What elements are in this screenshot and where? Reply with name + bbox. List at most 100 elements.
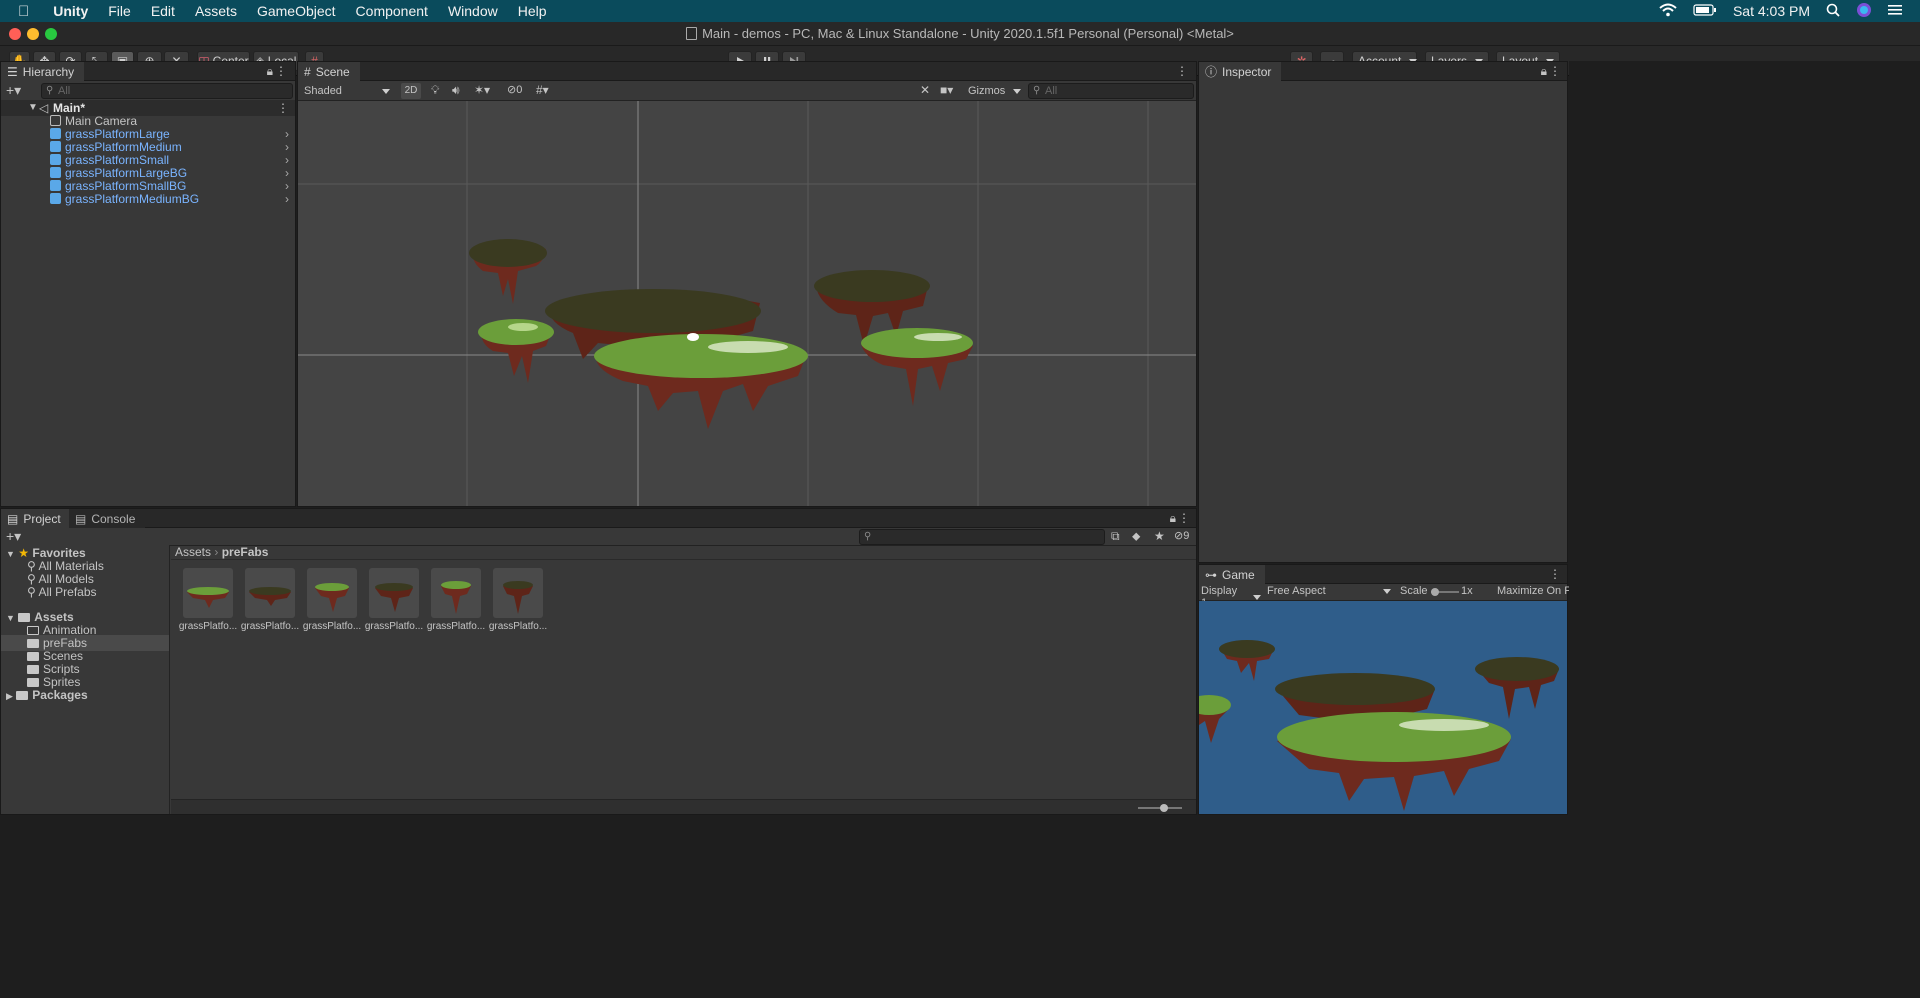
search-icon: ⚲ — [27, 585, 36, 599]
packages-row[interactable]: ▶ Packages — [1, 687, 169, 703]
apple-icon[interactable]:  — [0, 3, 43, 20]
control-center-icon[interactable] — [1888, 3, 1902, 19]
hidden-count: 0 — [516, 84, 523, 96]
tools-icon[interactable]: ✕ — [920, 83, 930, 97]
project-folder-tree: ▼ ★ Favorites ⚲ All Materials ⚲ All Mode… — [1, 545, 170, 814]
close-window-button[interactable] — [9, 28, 21, 40]
spotlight-search-icon[interactable] — [1826, 3, 1840, 20]
prefab-cube-icon — [50, 167, 61, 178]
scene-panel: # Scene ⋮ Shaded 2D 💡︎ 🔊︎ ✶▾ ⊘0 #▾ ✕ ■▾ G… — [297, 61, 1197, 507]
game-tabbar: ⊶ Game ⋮ — [1199, 565, 1567, 584]
prefab-label: grassPlatfo... — [426, 621, 486, 632]
create-plus-icon[interactable]: +▾ — [6, 82, 21, 99]
prefab-thumbnail[interactable] — [307, 568, 357, 618]
menu-gameobject[interactable]: GameObject — [247, 3, 346, 19]
game-controller-icon: ⊶ — [1205, 567, 1217, 582]
aspect-dropdown[interactable]: Free Aspect — [1267, 585, 1391, 597]
maximize-on-play-toggle[interactable]: Maximize On Pl — [1497, 585, 1574, 597]
scene-toolbar: Shaded 2D 💡︎ 🔊︎ ✶▾ ⊘0 #▾ ✕ ■▾ Gizmos All — [298, 81, 1196, 101]
empty-workspace-bottom — [0, 816, 1569, 998]
hidden-objects-toggle[interactable]: ⊘0 — [507, 83, 522, 96]
lock-icon[interactable]: 🔒︎ — [267, 64, 273, 79]
lock-icon[interactable]: 🔒︎ — [1541, 64, 1547, 79]
audio-icon[interactable]: 🔊︎ — [452, 83, 460, 98]
create-plus-icon[interactable]: +▾ — [6, 528, 21, 545]
effects-icon[interactable]: ✶▾ — [474, 83, 490, 97]
prefab-cube-icon — [50, 193, 61, 204]
lock-icon[interactable]: 🔒︎ — [1170, 511, 1176, 526]
chevron-right-icon[interactable]: › — [285, 191, 289, 207]
siri-icon[interactable] — [1856, 2, 1872, 21]
thumbnail-size-slider[interactable] — [1138, 804, 1182, 812]
collapse-arrow-icon[interactable]: ▶ — [6, 691, 13, 701]
tab-project[interactable]: ▤ Project — [1, 509, 71, 528]
scale-slider[interactable] — [1431, 588, 1459, 596]
menu-component[interactable]: Component — [346, 3, 438, 19]
game-platform-medium-bg — [1475, 657, 1559, 719]
breadcrumb-prefabs[interactable]: preFabs — [222, 545, 269, 559]
platform-medium — [861, 328, 973, 406]
shading-mode-dropdown[interactable]: Shaded — [300, 83, 394, 99]
prefab-thumbnail[interactable] — [369, 568, 419, 618]
kebab-menu-icon[interactable]: ⋮ — [1549, 64, 1561, 78]
kebab-menu-icon[interactable]: ⋮ — [275, 64, 287, 78]
tab-scene[interactable]: # Scene — [298, 62, 360, 81]
menu-help[interactable]: Help — [508, 3, 557, 19]
favorite-star-icon[interactable]: ★ — [1154, 529, 1165, 543]
tab-inspector[interactable]: ⓘ Inspector — [1199, 62, 1282, 81]
favorites-item[interactable]: ⚲ All Prefabs — [1, 584, 169, 600]
camera-settings-icon[interactable]: ■▾ — [940, 83, 953, 97]
search-by-type-icon[interactable]: ⧉ — [1111, 529, 1120, 544]
lighting-bulb-icon[interactable]: 💡︎ — [431, 83, 439, 98]
inspector-tabbar: ⓘ Inspector 🔒︎ ⋮ — [1199, 62, 1567, 81]
scene-search-input[interactable]: All — [1028, 83, 1194, 99]
tab-game[interactable]: ⊶ Game — [1199, 565, 1265, 584]
2d-toggle-button[interactable]: 2D — [401, 83, 421, 99]
wifi-icon[interactable] — [1659, 3, 1677, 20]
prefab-thumbnail[interactable] — [493, 568, 543, 618]
prefab-label: grassPlatfo... — [488, 621, 548, 632]
menu-file[interactable]: File — [98, 3, 141, 19]
platform-large — [594, 334, 808, 429]
hierarchy-tabbar: ☰ Hierarchy 🔒︎ ⋮ — [1, 62, 295, 81]
grid-visibility-icon[interactable]: #▾ — [536, 83, 549, 97]
camera-icon — [50, 115, 61, 126]
tab-console[interactable]: ▤ Console — [69, 509, 146, 528]
project-tabbar: ▤ Project ▤ Console 🔒︎ ⋮ — [1, 509, 1196, 528]
hierarchy-item-label: grassPlatformMediumBG — [65, 192, 200, 206]
prefab-thumbnail[interactable] — [431, 568, 481, 618]
menu-bar:  Unity File Edit Assets GameObject Comp… — [0, 0, 1920, 22]
scene-viewport[interactable] — [298, 101, 1196, 506]
clock[interactable]: Sat 4:03 PM — [1733, 3, 1810, 19]
tab-hierarchy[interactable]: ☰ Hierarchy — [1, 62, 85, 81]
minimize-window-button[interactable] — [27, 28, 39, 40]
zoom-window-button[interactable] — [45, 28, 57, 40]
unity-doc-icon — [686, 27, 698, 40]
project-search-input[interactable] — [859, 529, 1105, 545]
search-by-label-icon[interactable]: ⬥ — [1132, 529, 1140, 544]
prefab-thumbnail[interactable] — [183, 568, 233, 618]
menu-assets[interactable]: Assets — [185, 3, 247, 19]
kebab-menu-icon[interactable]: ⋮ — [1178, 511, 1190, 525]
battery-icon[interactable] — [1693, 3, 1717, 19]
kebab-menu-icon[interactable]: ⋮ — [1176, 64, 1188, 78]
hierarchy-item[interactable]: grassPlatformMediumBG › — [1, 191, 295, 207]
hidden-packages-toggle[interactable]: ⊘9 — [1174, 529, 1189, 542]
menu-app-unity[interactable]: Unity — [43, 3, 98, 19]
thumbnail-size-thumb[interactable] — [1160, 804, 1168, 812]
project-panel: ▤ Project ▤ Console 🔒︎ ⋮ +▾ ⧉ ⬥ ★ ⊘9 ▼ ★ F… — [0, 508, 1197, 815]
game-render — [1199, 640, 1559, 811]
prefab-preview-icon — [375, 583, 413, 612]
prefab-preview-icon — [503, 581, 533, 614]
prefab-thumbnail[interactable] — [245, 568, 295, 618]
console-icon: ▤ — [75, 511, 87, 526]
breadcrumb-assets[interactable]: Assets — [175, 545, 211, 559]
hierarchy-search-input[interactable]: All — [41, 83, 293, 99]
camera-gizmo-icon — [687, 333, 699, 341]
gizmos-dropdown[interactable]: Gizmos — [966, 83, 1018, 99]
menu-window[interactable]: Window — [438, 3, 508, 19]
menu-edit[interactable]: Edit — [141, 3, 185, 19]
game-viewport[interactable] — [1199, 601, 1567, 814]
scale-slider-thumb[interactable] — [1431, 588, 1439, 596]
kebab-menu-icon[interactable]: ⋮ — [1549, 567, 1561, 581]
